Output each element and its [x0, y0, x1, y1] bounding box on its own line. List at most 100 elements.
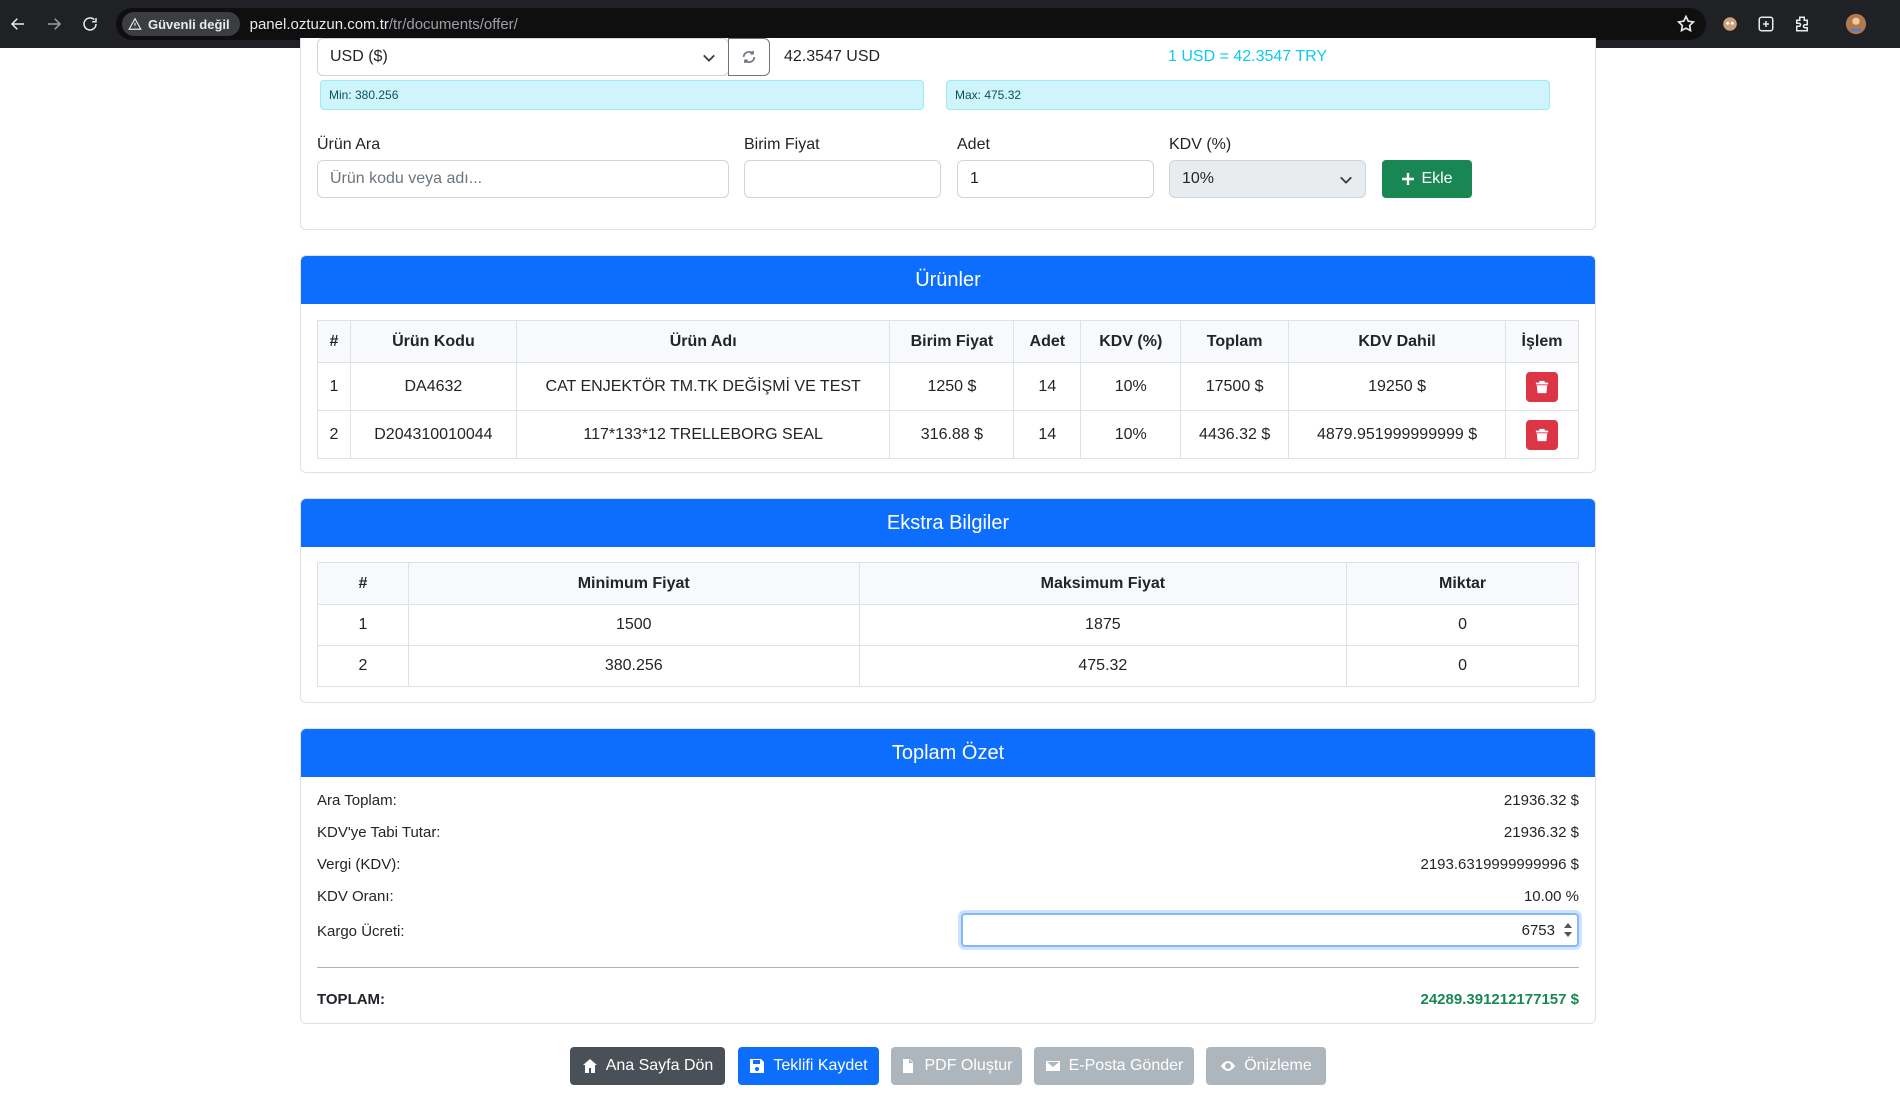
- save-icon: [750, 1059, 765, 1073]
- cell-no: 2: [317, 645, 409, 687]
- delete-row-button[interactable]: [1526, 419, 1558, 450]
- eye-icon: [1221, 1061, 1236, 1071]
- vat-rate-row: KDV Oranı: 10.00 %: [317, 888, 1579, 905]
- spin-arrows-icon[interactable]: [1563, 921, 1573, 939]
- address-bar[interactable]: Güvenli değil panel.oztuzun.com.tr/tr/do…: [116, 8, 1706, 40]
- exchange-rate-value: 42.3547 USD: [784, 48, 881, 65]
- cell-no: 1: [317, 604, 409, 646]
- cell-max-price: 1875: [858, 604, 1348, 646]
- profile-avatar-icon[interactable]: [1844, 12, 1868, 36]
- col-no: #: [317, 320, 351, 363]
- vat-rate-label: KDV Oranı:: [317, 888, 394, 905]
- quantity-input[interactable]: 1: [957, 160, 1154, 198]
- tax-value: 2193.6319999999996 $: [1420, 856, 1580, 873]
- unit-price-input[interactable]: [744, 160, 941, 198]
- col-total: Toplam: [1180, 320, 1290, 363]
- extensions-puzzle-icon[interactable]: [1790, 12, 1814, 36]
- cell-action: [1505, 410, 1579, 459]
- col-code: Ürün Kodu: [349, 320, 517, 363]
- shipping-value: 6753: [1521, 921, 1555, 939]
- col-min-price: Minimum Fiyat: [407, 562, 860, 605]
- product-search-label: Ürün Ara: [317, 136, 381, 153]
- tax-label: Vergi (KDV):: [317, 856, 401, 873]
- subtotal-label: Ara Toplam:: [317, 792, 397, 809]
- products-title: Ürünler: [301, 256, 1595, 304]
- cell-vat: 10%: [1080, 362, 1182, 411]
- shipping-input[interactable]: 6753: [961, 913, 1579, 947]
- warning-icon: [128, 17, 142, 30]
- email-button[interactable]: E-Posta Gönder: [1034, 1047, 1194, 1085]
- shipping-label: Kargo Ücreti:: [317, 923, 405, 940]
- col-vat: KDV (%): [1080, 320, 1182, 363]
- forward-icon[interactable]: [36, 6, 72, 42]
- add-product-button[interactable]: Ekle: [1382, 160, 1472, 198]
- extension-box-icon[interactable]: [1754, 12, 1778, 36]
- save-offer-button[interactable]: Teklifi Kaydet: [738, 1047, 879, 1085]
- col-no: #: [317, 562, 409, 605]
- tax-row: Vergi (KDV): 2193.6319999999996 $: [317, 856, 1579, 873]
- grand-total-row: TOPLAM: 24289.391212177157 $: [317, 991, 1579, 1008]
- pdf-button[interactable]: PDF Oluştur: [891, 1047, 1022, 1085]
- currency-select[interactable]: USD ($): [317, 38, 729, 76]
- home-icon: [582, 1059, 597, 1073]
- col-max-price: Maksimum Fiyat: [858, 562, 1348, 605]
- summary-title: Toplam Özet: [301, 729, 1595, 777]
- grand-total-label: TOPLAM:: [317, 991, 386, 1008]
- security-label: Güvenli değil: [148, 16, 230, 32]
- vat-select[interactable]: 10%: [1169, 160, 1366, 198]
- cell-qty: 14: [1013, 410, 1082, 459]
- col-name: Ürün Adı: [515, 320, 891, 363]
- home-button[interactable]: Ana Sayfa Dön: [570, 1047, 725, 1085]
- cell-unit-price: 1250 $: [889, 362, 1015, 411]
- col-total-vat: KDV Dahil: [1288, 320, 1506, 363]
- action-bar: Ana Sayfa Dön Teklifi Kaydet PDF Oluştur…: [0, 1047, 1900, 1087]
- cell-no: 2: [317, 410, 351, 459]
- cell-total: 4436.32 $: [1180, 410, 1290, 459]
- extra-info-title: Ekstra Bilgiler: [301, 499, 1595, 547]
- table-row: 1 DA4632 CAT ENJEKTÖR TM.TK DEĞİŞMİ VE T…: [317, 362, 1579, 411]
- cell-amount: 0: [1346, 645, 1579, 687]
- taxable-row: KDV'ye Tabi Tutar: 21936.32 $: [317, 824, 1579, 841]
- cell-action: [1505, 362, 1579, 411]
- table-row: 1 1500 1875 0: [317, 604, 1579, 646]
- cell-qty: 14: [1013, 362, 1082, 411]
- chevron-down-icon: [703, 54, 715, 62]
- col-amount: Miktar: [1346, 562, 1579, 605]
- table-row: 2 380.256 475.32 0: [317, 645, 1579, 687]
- cell-total: 17500 $: [1180, 362, 1290, 411]
- table-row: 2 D204310010044 117*133*12 TRELLEBORG SE…: [317, 410, 1579, 459]
- unit-price-label: Birim Fiyat: [744, 136, 820, 153]
- table-header-row: # Ürün Kodu Ürün Adı Birim Fiyat Adet KD…: [317, 320, 1579, 363]
- security-chip[interactable]: Güvenli değil: [122, 12, 240, 36]
- vat-label: KDV (%): [1169, 136, 1232, 153]
- back-icon[interactable]: [0, 6, 36, 42]
- url-text: panel.oztuzun.com.tr/tr/documents/offer/: [249, 15, 518, 33]
- taxable-value: 21936.32 $: [1503, 824, 1579, 841]
- grand-total-value: 24289.391212177157 $: [1420, 991, 1580, 1008]
- extra-info-card: Ekstra Bilgiler # Minimum Fiyat Maksimum…: [300, 498, 1596, 703]
- cell-total-vat: 19250 $: [1288, 362, 1506, 411]
- vat-rate-value: 10.00 %: [1523, 888, 1579, 905]
- cell-code: D204310010044: [349, 410, 517, 459]
- summary-card: Toplam Özet Ara Toplam: 21936.32 $ KDV'y…: [300, 728, 1596, 1024]
- cell-name: CAT ENJEKTÖR TM.TK DEĞİŞMİ VE TEST: [515, 362, 891, 411]
- cell-vat: 10%: [1080, 410, 1182, 459]
- extension-icon[interactable]: [1718, 12, 1742, 36]
- offer-form-card: USD ($) 42.3547 USD 1 USD = 42.3547 TRY …: [300, 38, 1596, 230]
- products-table: # Ürün Kodu Ürün Adı Birim Fiyat Adet KD…: [317, 320, 1579, 459]
- reload-icon[interactable]: [72, 6, 108, 42]
- cell-total-vat: 4879.951999999999 $: [1288, 410, 1506, 459]
- cell-min-price: 380.256: [407, 645, 860, 687]
- col-action: İşlem: [1505, 320, 1579, 363]
- file-pdf-icon: [903, 1059, 914, 1073]
- quantity-label: Adet: [957, 136, 990, 153]
- delete-row-button[interactable]: [1526, 371, 1558, 402]
- cell-no: 1: [317, 362, 351, 411]
- envelope-icon: [1045, 1061, 1060, 1071]
- bookmark-star-icon[interactable]: [1676, 14, 1696, 34]
- table-header-row: # Minimum Fiyat Maksimum Fiyat Miktar: [317, 562, 1579, 605]
- product-search-input[interactable]: [317, 160, 729, 198]
- subtotal-row: Ara Toplam: 21936.32 $: [317, 792, 1579, 809]
- preview-button[interactable]: Önizleme: [1206, 1047, 1326, 1085]
- cell-amount: 0: [1346, 604, 1579, 646]
